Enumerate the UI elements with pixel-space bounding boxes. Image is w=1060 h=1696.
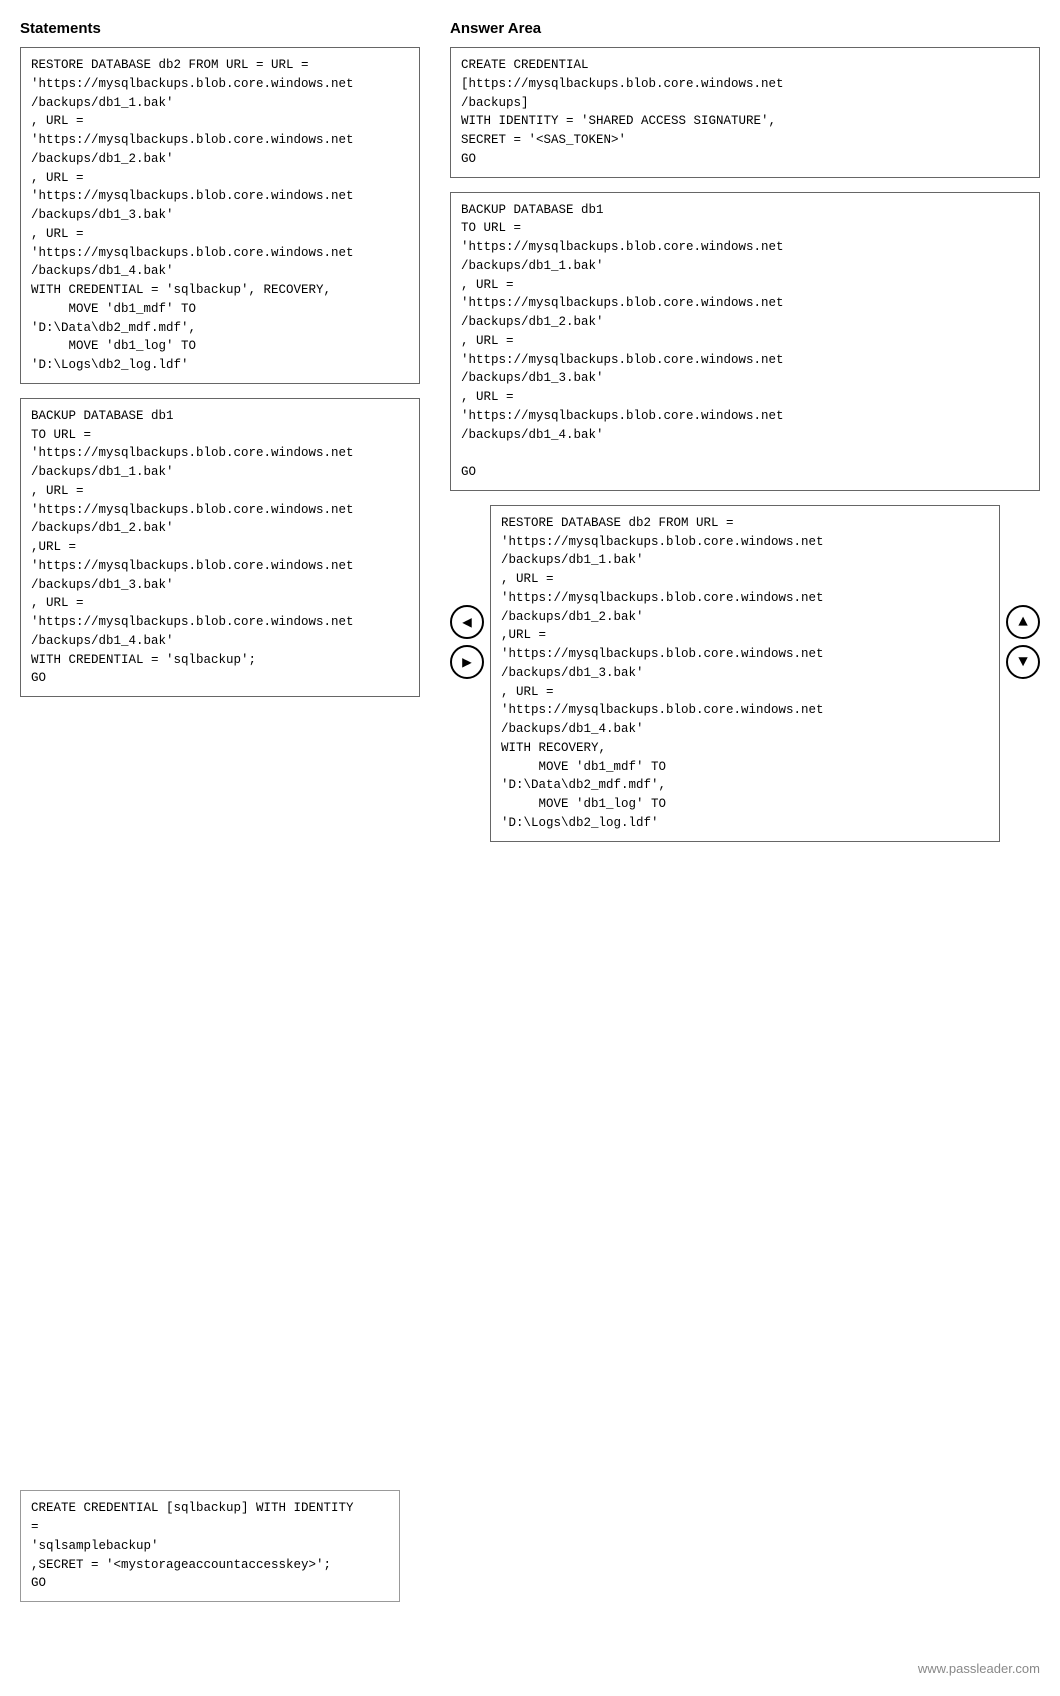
answer-column: Answer Area CREATE CREDENTIAL [https://m…: [450, 20, 1040, 856]
watermark: www.passleader.com: [918, 1661, 1040, 1676]
statements-title: Statements: [20, 20, 420, 37]
answer-box-2[interactable]: BACKUP DATABASE db1 TO URL = 'https://my…: [450, 192, 1040, 491]
page: Statements RESTORE DATABASE db2 FROM URL…: [0, 0, 1060, 1696]
statement-box-1[interactable]: RESTORE DATABASE db2 FROM URL = URL = 'h…: [20, 47, 420, 384]
answer-boxes: CREATE CREDENTIAL [https://mysqlbackups.…: [450, 47, 1040, 856]
move-up-button[interactable]: ▲: [1006, 605, 1040, 639]
answer-box-1[interactable]: CREATE CREDENTIAL [https://mysqlbackups.…: [450, 47, 1040, 178]
answer-title: Answer Area: [450, 20, 1040, 37]
answer-box-3[interactable]: RESTORE DATABASE db2 FROM URL = 'https:/…: [490, 505, 1000, 842]
move-down-button[interactable]: ▼: [1006, 645, 1040, 679]
right-arrow-controls: ▲ ▼: [1006, 605, 1040, 679]
bottom-code-box[interactable]: CREATE CREDENTIAL [sqlbackup] WITH IDENT…: [20, 1490, 400, 1616]
main-layout: Statements RESTORE DATABASE db2 FROM URL…: [20, 20, 1040, 856]
statement-box-2[interactable]: BACKUP DATABASE db1 TO URL = 'https://my…: [20, 398, 420, 697]
answer-area-wrapper: CREATE CREDENTIAL [https://mysqlbackups.…: [450, 47, 1040, 856]
move-left-button[interactable]: ◀: [450, 605, 484, 639]
left-arrow-controls: ◀ ▶: [450, 605, 484, 679]
statements-column: Statements RESTORE DATABASE db2 FROM URL…: [20, 20, 420, 711]
move-right-button[interactable]: ▶: [450, 645, 484, 679]
